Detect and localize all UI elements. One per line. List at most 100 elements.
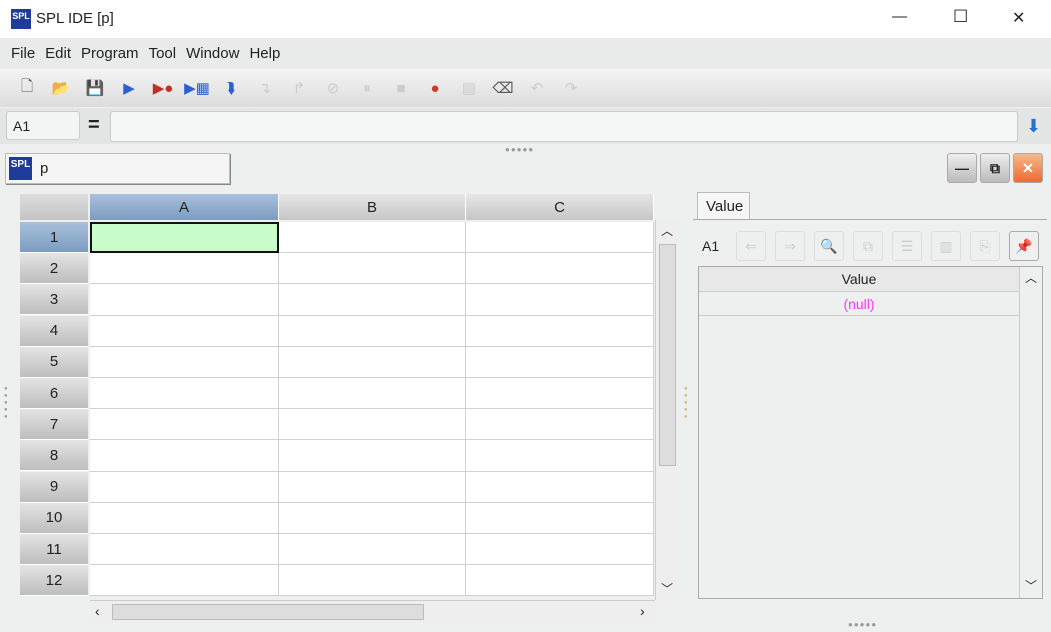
cell-A2[interactable]: [90, 253, 279, 285]
cell-B8[interactable]: [279, 440, 466, 472]
cell-B10[interactable]: [279, 502, 466, 534]
cell-A8[interactable]: [90, 440, 279, 472]
breakpoint-icon[interactable]: ●: [420, 75, 450, 101]
column-header-B[interactable]: B: [279, 194, 466, 220]
open-folder-icon[interactable]: 📂: [46, 75, 76, 101]
scroll-left-icon[interactable]: ‹: [95, 603, 100, 619]
forward-icon[interactable]: ⇒: [775, 231, 805, 261]
cell-A4[interactable]: [90, 315, 279, 347]
scroll-up-icon[interactable]: ︿: [661, 222, 673, 239]
cell-B7[interactable]: [279, 409, 466, 441]
cell-reference-field[interactable]: A1: [6, 111, 80, 140]
horizontal-scroll-thumb[interactable]: [112, 604, 424, 620]
step-icon[interactable]: ⮯: [216, 75, 246, 101]
column-header-A[interactable]: A: [90, 194, 279, 220]
cell-B4[interactable]: [279, 315, 466, 347]
cell-B12[interactable]: [279, 565, 466, 597]
cell-A3[interactable]: [90, 284, 279, 316]
cell-A6[interactable]: [90, 378, 279, 410]
cell-A9[interactable]: [90, 471, 279, 503]
pin-icon[interactable]: 📌: [1009, 231, 1039, 261]
minimize-button[interactable]: —: [892, 8, 907, 25]
row-header-10[interactable]: 10: [20, 502, 88, 534]
run-icon[interactable]: ▶: [114, 75, 144, 101]
scroll-right-icon[interactable]: ›: [640, 603, 645, 619]
eraser-icon[interactable]: ⌫: [488, 75, 518, 101]
cell-B11[interactable]: [279, 534, 466, 566]
cell-C7[interactable]: [466, 409, 654, 441]
cell-A7[interactable]: [90, 409, 279, 441]
cell-C5[interactable]: [466, 346, 654, 378]
sheet-minimize-button[interactable]: —: [947, 153, 977, 183]
menu-help[interactable]: Help: [249, 45, 280, 62]
cell-A5[interactable]: [90, 346, 279, 378]
back-icon[interactable]: ⇐: [736, 231, 766, 261]
right-splitter-handle[interactable]: ● ● ● ● ●: [684, 386, 690, 421]
value-cell[interactable]: (null): [699, 292, 1019, 316]
bottom-splitter-handle[interactable]: ●●●●●: [848, 620, 877, 629]
menu-program[interactable]: Program: [81, 45, 139, 62]
new-file-icon[interactable]: 🗋: [12, 75, 42, 101]
scroll-up-icon[interactable]: ︿: [1025, 269, 1037, 286]
vertical-scrollbar[interactable]: ︿ ﹀: [655, 220, 679, 600]
menu-tool[interactable]: Tool: [149, 45, 177, 62]
sheet-tab[interactable]: SPL p: [5, 153, 230, 184]
close-button[interactable]: ✕: [1012, 8, 1025, 28]
cell-C12[interactable]: [466, 565, 654, 597]
inspect-icon[interactable]: 🔍: [814, 231, 844, 261]
menu-edit[interactable]: Edit: [45, 45, 71, 62]
maximize-button[interactable]: ☐: [953, 7, 968, 27]
cell-B9[interactable]: [279, 471, 466, 503]
cell-C8[interactable]: [466, 440, 654, 472]
cell-A11[interactable]: [90, 534, 279, 566]
cell-B6[interactable]: [279, 378, 466, 410]
cell-B1[interactable]: [279, 222, 466, 254]
sheet-restore-button[interactable]: ⧉: [980, 153, 1010, 183]
cell-A10[interactable]: [90, 502, 279, 534]
cell-B2[interactable]: [279, 253, 466, 285]
cell-C9[interactable]: [466, 471, 654, 503]
scroll-down-icon[interactable]: ﹀: [661, 580, 673, 597]
copy-icon[interactable]: ⧉: [853, 231, 883, 261]
formula-input[interactable]: [110, 111, 1018, 142]
chart-icon[interactable]: ▥: [931, 231, 961, 261]
cell-A12[interactable]: [90, 565, 279, 597]
row-header-3[interactable]: 3: [20, 284, 88, 316]
debug-run-icon[interactable]: ▶●: [148, 75, 178, 101]
sheet-close-button[interactable]: ✕: [1013, 153, 1043, 183]
vertical-scroll-thumb[interactable]: [659, 244, 676, 466]
cell-C6[interactable]: [466, 378, 654, 410]
cell-C11[interactable]: [466, 534, 654, 566]
export-icon[interactable]: ⎘: [970, 231, 1000, 261]
row-header-12[interactable]: 12: [20, 565, 88, 597]
menu-file[interactable]: File: [11, 45, 35, 62]
submit-arrow-icon[interactable]: ⬇: [1026, 116, 1041, 137]
cell-C4[interactable]: [466, 315, 654, 347]
panel-vertical-scrollbar[interactable]: ︿ ﹀: [1019, 267, 1043, 598]
left-splitter-handle[interactable]: ● ● ● ● ●: [4, 386, 10, 421]
row-header-7[interactable]: 7: [20, 409, 88, 441]
list-icon[interactable]: ☰: [892, 231, 922, 261]
cell-C3[interactable]: [466, 284, 654, 316]
row-header-2[interactable]: 2: [20, 253, 88, 285]
scroll-down-icon[interactable]: ﹀: [1025, 577, 1037, 594]
column-header-C[interactable]: C: [466, 194, 654, 220]
menu-window[interactable]: Window: [186, 45, 239, 62]
cell-C1[interactable]: [466, 222, 654, 254]
run-to-cursor-icon[interactable]: ▶▦: [182, 75, 212, 101]
cell-C2[interactable]: [466, 253, 654, 285]
cell-B3[interactable]: [279, 284, 466, 316]
row-header-11[interactable]: 11: [20, 534, 88, 565]
row-header-9[interactable]: 9: [20, 471, 88, 503]
row-header-4[interactable]: 4: [20, 315, 88, 347]
row-header-6[interactable]: 6: [20, 378, 88, 409]
splitter-handle[interactable]: ●●●●●: [505, 145, 534, 154]
cell-A1[interactable]: [90, 222, 279, 254]
cell-C10[interactable]: [466, 502, 654, 534]
horizontal-scrollbar[interactable]: ‹ ›: [90, 600, 655, 623]
corner-header[interactable]: [20, 194, 88, 220]
tab-value[interactable]: Value: [697, 192, 750, 220]
cell-B5[interactable]: [279, 346, 466, 378]
row-header-5[interactable]: 5: [20, 346, 88, 378]
row-header-8[interactable]: 8: [20, 440, 88, 472]
